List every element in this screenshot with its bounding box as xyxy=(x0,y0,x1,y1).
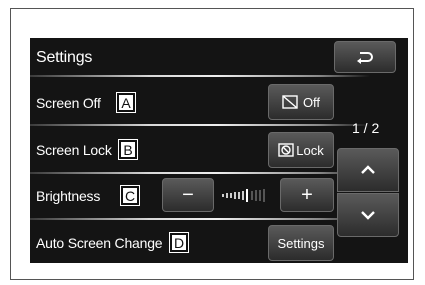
screen-off-button[interactable]: Off xyxy=(268,84,334,120)
screen-lock-button[interactable]: Lock xyxy=(268,132,334,168)
callout-d: D xyxy=(169,232,189,253)
settings-button-label: Settings xyxy=(277,235,325,251)
divider xyxy=(30,75,370,77)
auto-screen-change-settings-button[interactable]: Settings xyxy=(268,225,334,261)
scroll-up-button[interactable] xyxy=(337,148,399,192)
callout-a: A xyxy=(116,92,136,113)
screen-off-button-label: Off xyxy=(302,94,321,110)
brightness-level-meter xyxy=(220,186,276,204)
divider xyxy=(30,172,370,174)
screen-lock-button-label: Lock xyxy=(296,142,324,158)
brightness-label: Brightness xyxy=(36,188,101,204)
minus-label: − xyxy=(182,183,194,206)
brightness-increase-button[interactable]: + xyxy=(280,178,334,212)
page-indicator: 1 / 2 xyxy=(352,120,380,136)
settings-screen: Settings Screen Off A Off Screen Lock B xyxy=(30,38,408,263)
page-title: Settings xyxy=(36,49,93,66)
lock-icon xyxy=(278,143,294,157)
screen-off-label: Screen Off xyxy=(36,95,101,111)
screen-lock-label: Screen Lock xyxy=(36,142,112,158)
divider xyxy=(30,124,370,126)
plus-label: + xyxy=(301,183,313,206)
divider xyxy=(30,218,370,220)
auto-screen-change-label: Auto Screen Change xyxy=(36,235,163,251)
callout-c: C xyxy=(120,185,140,206)
brightness-decrease-button[interactable]: − xyxy=(162,178,214,212)
scroll-down-button[interactable] xyxy=(337,193,399,237)
back-button[interactable] xyxy=(334,41,396,73)
screen-off-icon xyxy=(282,95,298,109)
back-arrow-icon xyxy=(356,50,374,64)
chevron-down-icon xyxy=(360,210,376,220)
callout-b: B xyxy=(118,139,138,160)
chevron-up-icon xyxy=(360,165,376,175)
